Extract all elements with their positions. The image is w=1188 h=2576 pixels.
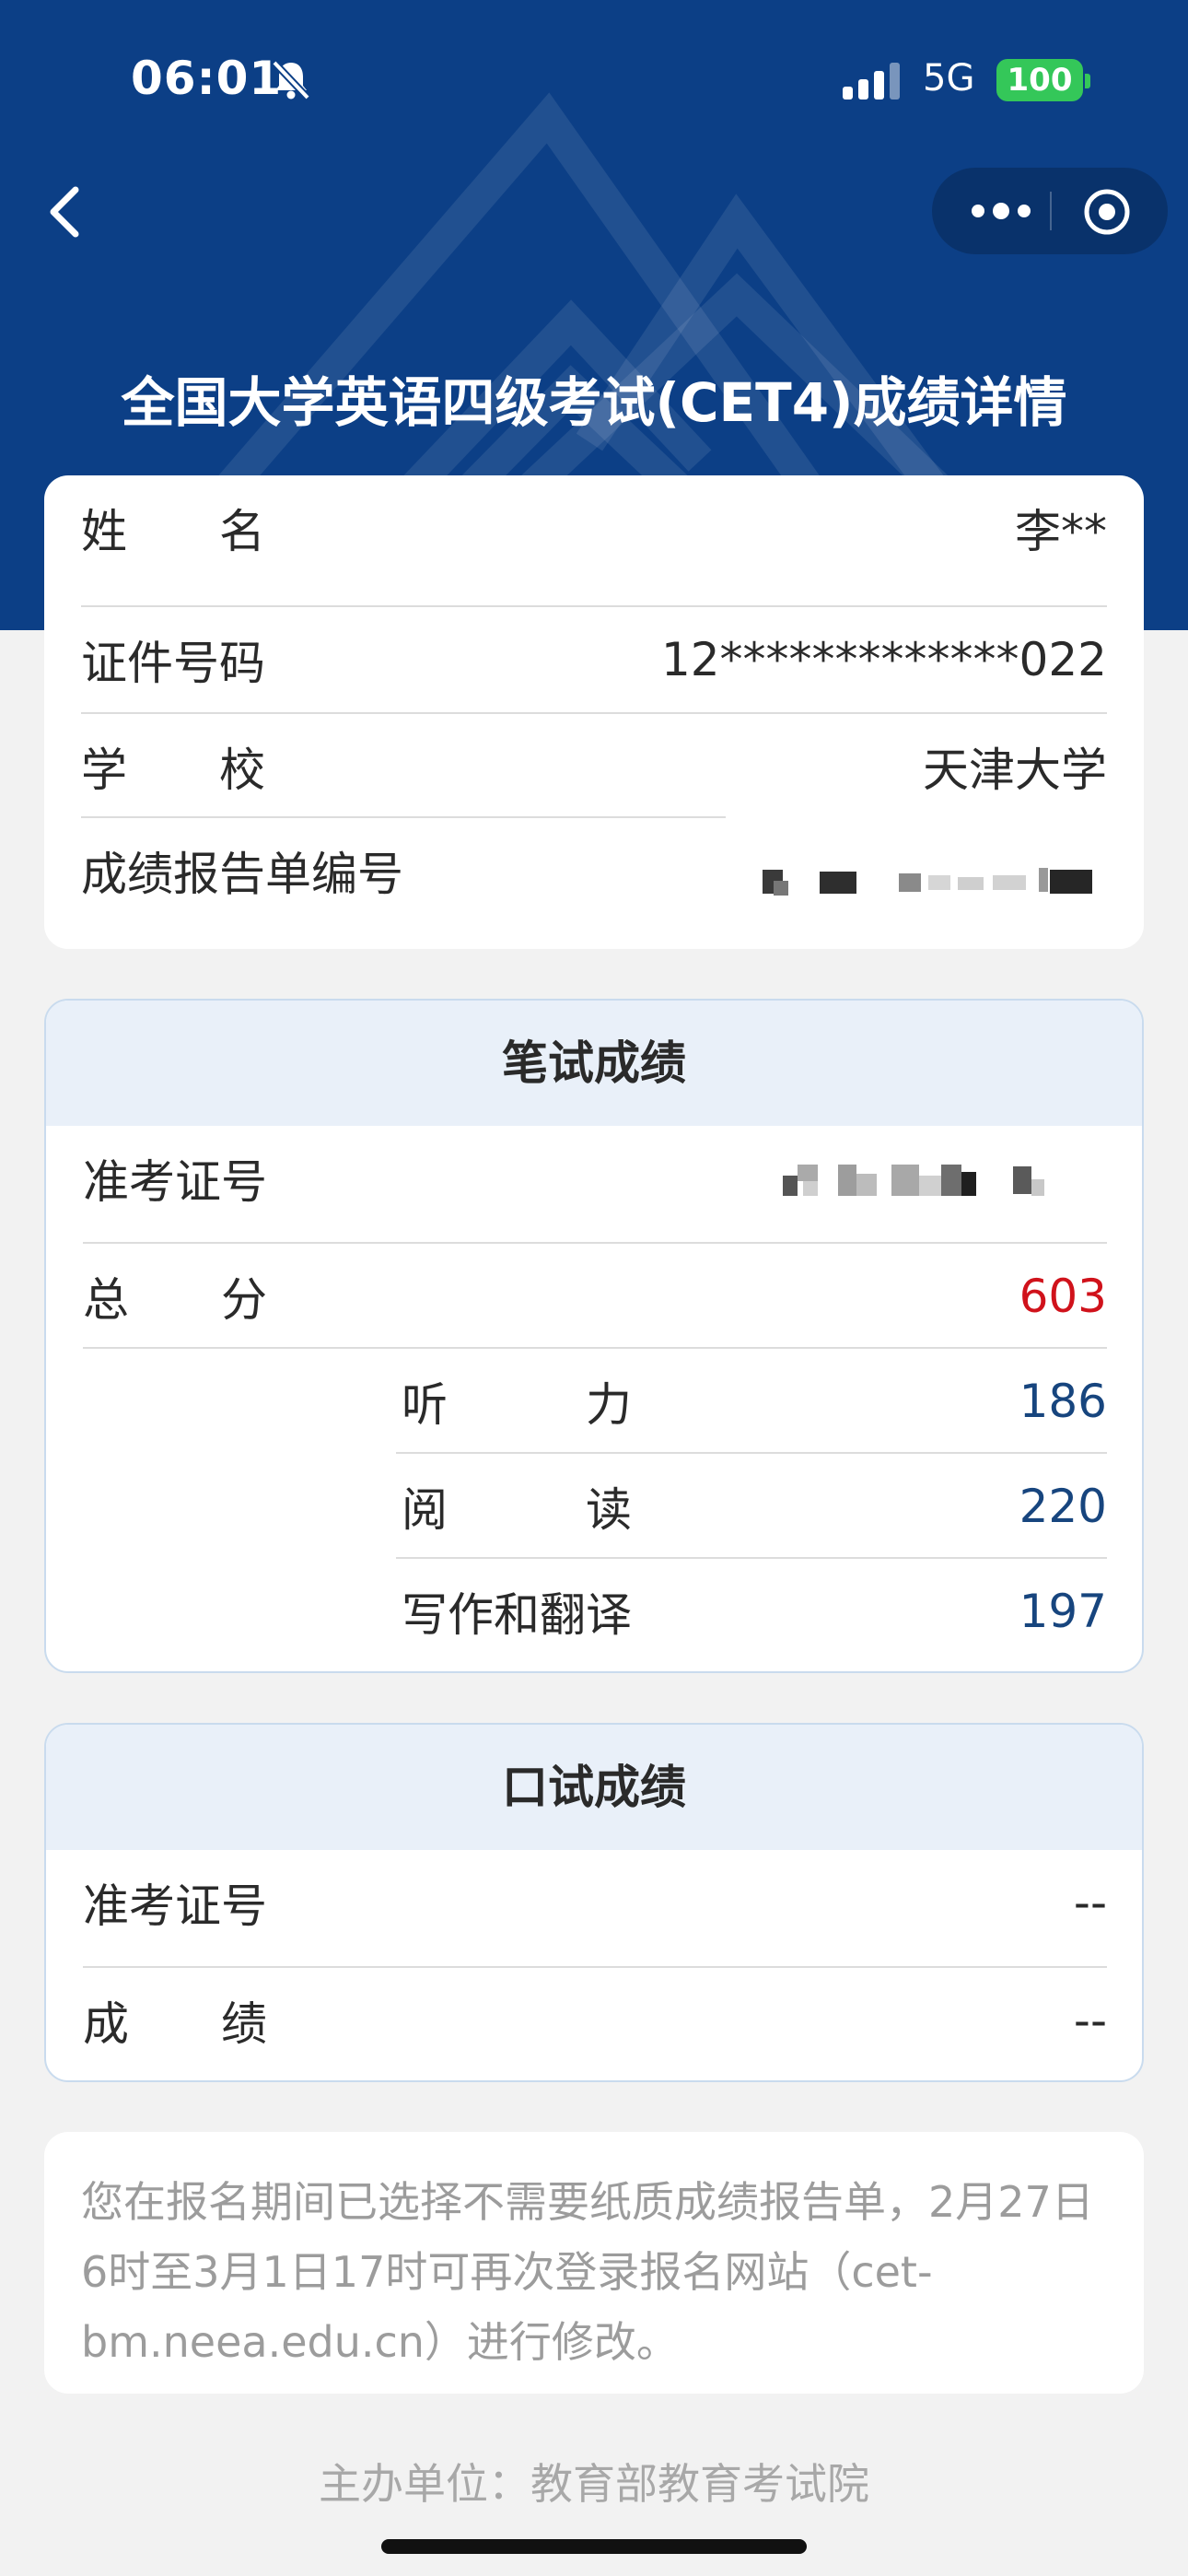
personal-info-card: 姓 名 李** 证件号码 12*************022 学 校 天津大学…: [44, 475, 1144, 949]
capsule-divider: [1050, 192, 1052, 230]
back-arrow-icon[interactable]: [41, 175, 96, 249]
paper-report-notice: 您在报名期间已选择不需要纸质成绩报告单，2月27日6时至3月1日17时可再次登录…: [44, 2132, 1144, 2394]
id-number-row: 证件号码 12*************022: [81, 607, 1107, 712]
reading-score: 220: [1019, 1480, 1107, 1533]
id-number-value: 12*************022: [660, 633, 1107, 686]
reading-score-row: 阅 读 220: [402, 1454, 1107, 1559]
reading-label: 阅 读: [402, 1483, 632, 1537]
signal-icon: [843, 63, 900, 100]
oral-score-card: 口试成绩 准考证号 -- 成 绩 --: [44, 1723, 1144, 2082]
page-title: 全国大学英语四级考试(CET4)成绩详情: [121, 371, 1067, 434]
oral-admission-value: --: [1073, 1876, 1107, 1929]
listening-score: 186: [1019, 1375, 1107, 1428]
oral-score-value: --: [1073, 1994, 1107, 2047]
oral-admission-row: 准考证号 --: [83, 1850, 1107, 1955]
school-value: 天津大学: [923, 744, 1107, 797]
listening-label: 听 力: [402, 1378, 632, 1432]
school-row: 学 校 天津大学: [81, 714, 1107, 819]
name-row: 姓 名 李**: [81, 475, 1107, 580]
writing-translation-score-row: 写作和翻译 197: [402, 1559, 1107, 1664]
battery-tip: [1085, 74, 1090, 88]
school-label: 学 校: [81, 744, 265, 797]
battery-level: 100: [1007, 62, 1073, 99]
name-label: 姓 名: [81, 505, 265, 558]
oral-admission-label: 准考证号: [83, 1879, 267, 1933]
written-score-card: 笔试成绩 准考证号 5 总 分 603 听 力 186 阅 读 220 写作和翻…: [44, 999, 1144, 1673]
id-number-label: 证件号码: [81, 637, 265, 690]
writing-translation-label: 写作和翻译: [402, 1588, 632, 1642]
more-options-icon[interactable]: [960, 188, 1042, 234]
total-score-row: 总 分 603: [83, 1244, 1107, 1349]
written-score-header: 笔试成绩: [46, 1001, 1142, 1126]
close-mini-program-icon[interactable]: [1081, 186, 1133, 238]
organizer-footer: 主办单位：教育部教育考试院: [319, 2459, 869, 2509]
redacted-admission-number: [728, 1139, 1114, 1209]
listening-score-row: 听 力 186: [402, 1349, 1107, 1454]
total-score-label: 总 分: [83, 1273, 267, 1327]
oral-score-label: 成 绩: [83, 1997, 267, 2051]
writing-translation-score: 197: [1019, 1585, 1107, 1638]
oral-score-row: 成 绩 --: [83, 1968, 1107, 2073]
bell-muted-icon: [272, 60, 310, 100]
report-number-label: 成绩报告单编号: [81, 848, 403, 901]
total-score-value: 603: [1019, 1270, 1107, 1323]
mini-program-capsule: [932, 168, 1168, 254]
battery-icon: 100: [996, 59, 1083, 101]
status-time: 06:01: [131, 52, 283, 105]
network-type: 5G: [923, 57, 975, 100]
oral-score-header: 口试成绩: [46, 1725, 1142, 1850]
name-value: 李**: [1015, 505, 1107, 558]
status-bar: 06:01 5G 100: [0, 0, 1188, 166]
home-indicator[interactable]: [381, 2539, 807, 2554]
redacted-report-number: [716, 844, 1122, 908]
written-admission-label: 准考证号: [83, 1155, 267, 1209]
